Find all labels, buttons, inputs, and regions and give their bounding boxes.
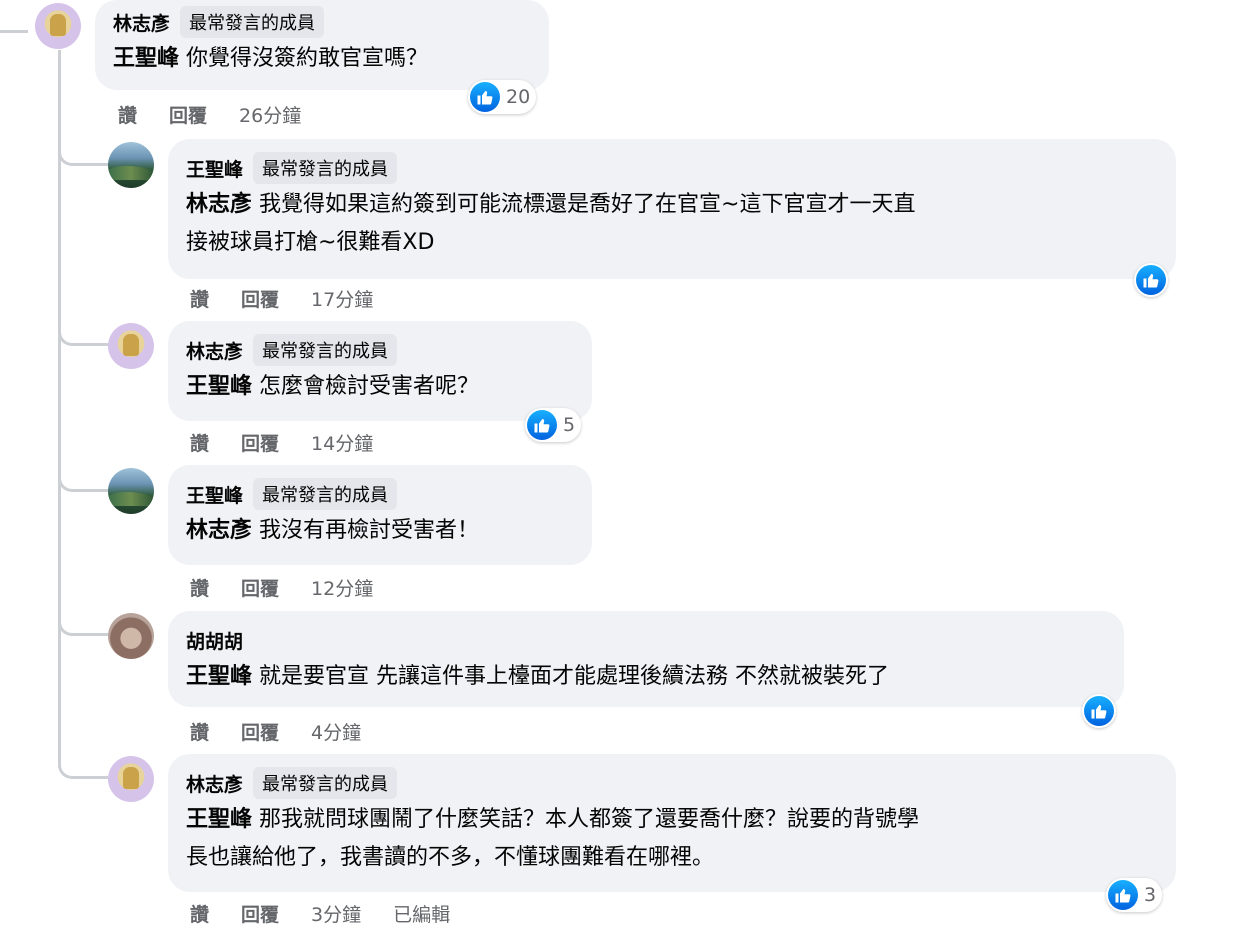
comment-author[interactable]: 王聖峰 [186,481,243,508]
comment-author[interactable]: 胡胡胡 [186,627,243,654]
reaction-summary[interactable] [1082,694,1116,728]
comment-timestamp[interactable]: 14分鐘 [311,429,373,456]
comment-timestamp[interactable]: 17分鐘 [311,285,373,312]
reply-button[interactable]: 回覆 [241,718,279,745]
like-reaction-icon [1136,265,1166,295]
mention-link[interactable]: 林志彥 [186,192,252,217]
landscape-avatar[interactable] [108,142,154,188]
member-badge: 最常發言的成員 [253,767,398,799]
comment-timestamp[interactable]: 12分鐘 [311,574,373,601]
comment-author[interactable]: 林志彥 [113,9,170,36]
thread-connector [58,610,108,636]
member-badge: 最常發言的成員 [253,478,398,510]
comment-author[interactable]: 林志彥 [186,770,243,797]
comment-bubble: 林志彥 最常發言的成員 王聖峰 那我就問球團鬧了什麼笑話？本人都簽了還要喬什麼？… [168,754,1176,892]
comment-author[interactable]: 王聖峰 [186,155,243,182]
edited-label[interactable]: 已編輯 [393,900,450,927]
comment-timestamp[interactable]: 4分鐘 [311,718,361,745]
reaction-count: 3 [1144,884,1157,906]
mention-link[interactable]: 王聖峰 [186,374,252,399]
landscape-avatar[interactable] [108,468,154,514]
like-button[interactable]: 讚 [190,285,209,312]
comment-actions: 讚 回覆 26分鐘 [118,101,301,128]
gold-statue-avatar[interactable] [108,323,154,369]
comment-bubble: 林志彥 最常發言的成員 王聖峰 怎麼會檢討受害者呢？ [168,321,592,421]
mention-link[interactable]: 王聖峰 [186,664,252,689]
reaction-summary[interactable] [1134,263,1168,297]
comment-timestamp[interactable]: 26分鐘 [239,101,301,128]
comment-bubble: 胡胡胡 王聖峰 就是要官宣 先讓這件事上檯面才能處理後續法務 不然就被裝死了 [168,611,1124,707]
reaction-summary[interactable]: 3 [1106,878,1163,912]
comment-bubble: 王聖峰 最常發言的成員 林志彥 我覺得如果這約簽到可能流標還是喬好了在官宣~這下… [168,139,1176,279]
reaction-count: 5 [563,414,576,436]
reaction-count: 20 [506,86,531,108]
comment-text: 那我就問球團鬧了什麼笑話？本人都簽了還要喬什麼？說要的背號學 [259,807,920,832]
thread-connector [58,753,108,779]
thread-connector [58,140,108,166]
cat-avatar[interactable] [108,613,154,659]
mention-link[interactable]: 王聖峰 [113,46,179,71]
reply-button[interactable]: 回覆 [241,574,279,601]
mention-link[interactable]: 林志彥 [186,518,252,543]
reaction-summary[interactable]: 20 [468,80,537,114]
gold-statue-avatar[interactable] [35,3,81,49]
comment-actions: 讚 回覆 3分鐘 已編輯 [190,900,450,927]
thread-line [0,30,28,33]
reply-button[interactable]: 回覆 [241,900,279,927]
gold-statue-avatar[interactable] [108,756,154,802]
comment-author[interactable]: 林志彥 [186,337,243,364]
reply-button[interactable]: 回覆 [169,101,207,128]
mention-link[interactable]: 王聖峰 [186,807,252,832]
thread-connector [58,320,108,346]
member-badge: 最常發言的成員 [180,6,325,38]
like-reaction-icon [1108,880,1138,910]
comment-text: 怎麼會檢討受害者呢？ [259,374,480,399]
comment-actions: 讚 回覆 12分鐘 [190,574,373,601]
comment-text: 接被球員打槍~很難看XD [186,230,435,255]
thread-connector [58,466,108,492]
like-button[interactable]: 讚 [118,101,137,128]
comment-actions: 讚 回覆 4分鐘 [190,718,361,745]
comment-text: 就是要官宣 先讓這件事上檯面才能處理後續法務 不然就被裝死了 [259,664,890,689]
comment-text: 我沒有再檢討受害者！ [259,518,480,543]
like-reaction-icon [527,410,557,440]
member-badge: 最常發言的成員 [253,334,398,366]
comment-actions: 讚 回覆 14分鐘 [190,429,373,456]
comment-text: 長也讓給他了，我書讀的不多，不懂球團難看在哪裡。 [186,845,715,870]
member-badge: 最常發言的成員 [253,152,398,184]
comment-text: 我覺得如果這約簽到可能流標還是喬好了在官宣~這下官宣才一天直 [259,192,916,217]
comment-bubble: 王聖峰 最常發言的成員 林志彥 我沒有再檢討受害者！ [168,465,592,565]
like-button[interactable]: 讚 [190,900,209,927]
like-button[interactable]: 讚 [190,574,209,601]
like-button[interactable]: 讚 [190,718,209,745]
reply-button[interactable]: 回覆 [241,429,279,456]
comment-timestamp[interactable]: 3分鐘 [311,900,361,927]
reply-button[interactable]: 回覆 [241,285,279,312]
like-reaction-icon [1084,696,1114,726]
like-button[interactable]: 讚 [190,429,209,456]
like-reaction-icon [470,82,500,112]
comment-text: 你覺得沒簽約敢官宣嗎？ [186,46,429,71]
reaction-summary[interactable]: 5 [525,408,582,442]
comment-bubble: 林志彥 最常發言的成員 王聖峰 你覺得沒簽約敢官宣嗎？ [95,0,549,90]
comment-actions: 讚 回覆 17分鐘 [190,285,373,312]
